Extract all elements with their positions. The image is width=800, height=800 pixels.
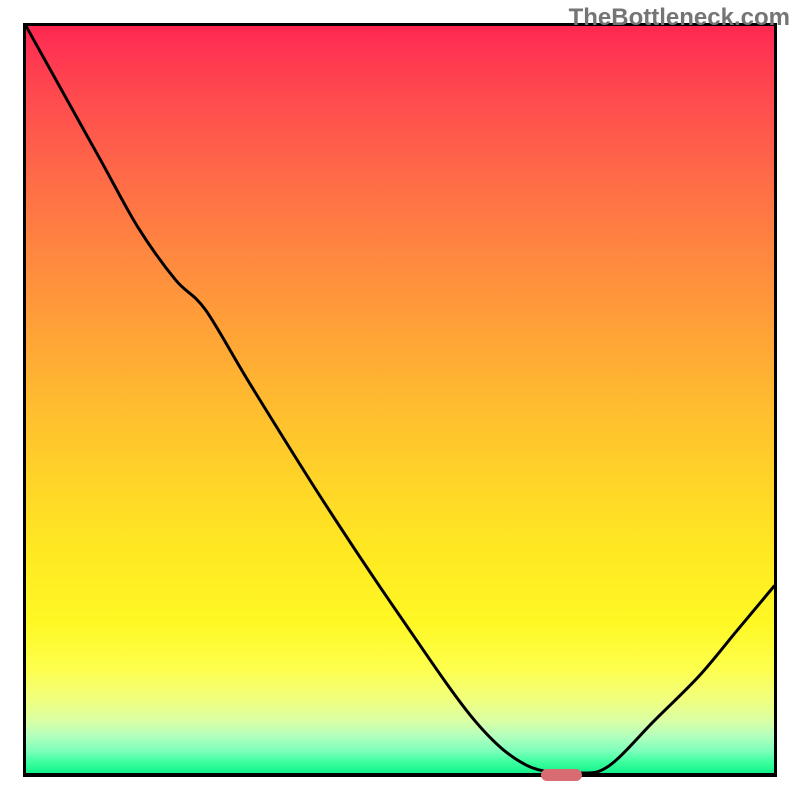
chart-plot-area [23,23,777,777]
watermark-text: TheBottleneck.com [569,4,790,32]
chart-marker-pill [541,769,582,781]
chart-line-curve [26,26,774,773]
